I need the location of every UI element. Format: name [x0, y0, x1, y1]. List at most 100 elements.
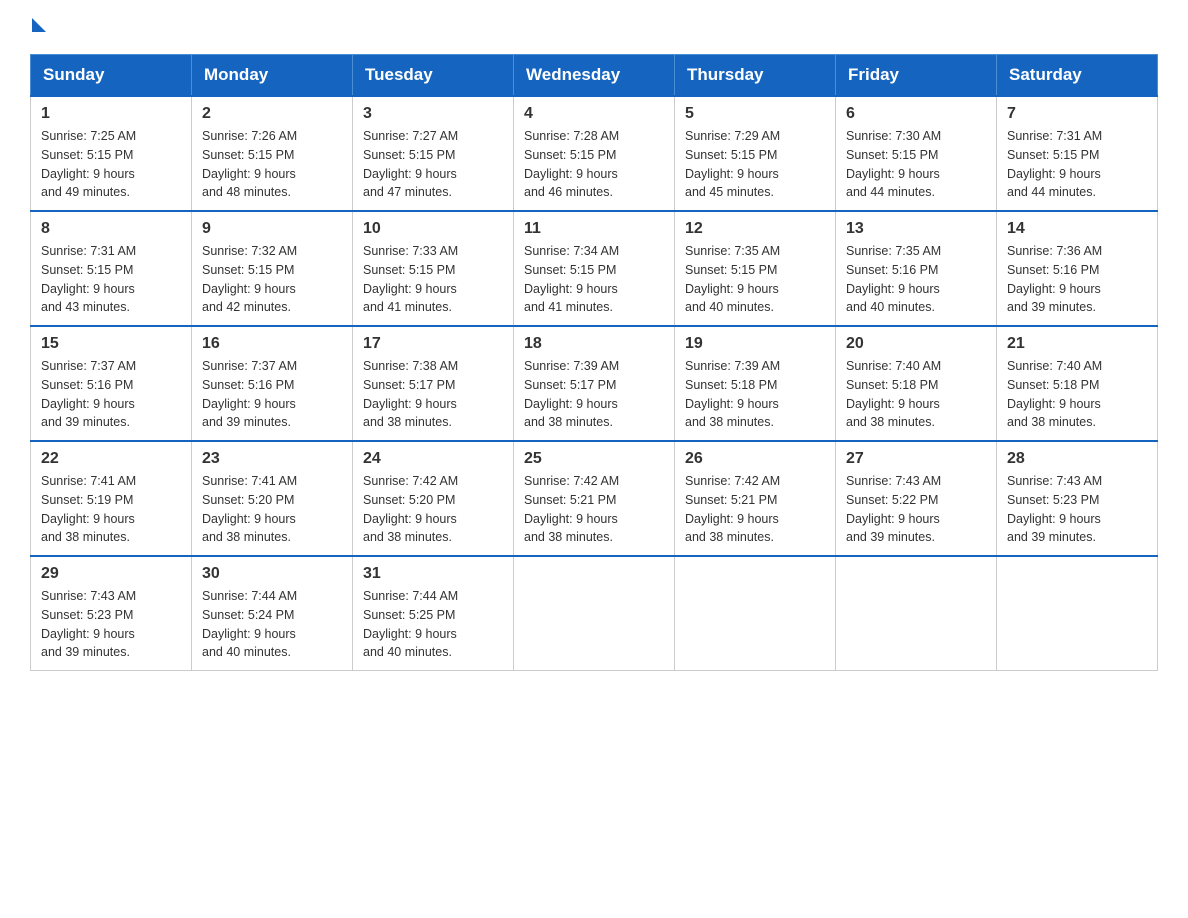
calendar-cell: 2 Sunrise: 7:26 AM Sunset: 5:15 PM Dayli… — [192, 96, 353, 211]
day-info: Sunrise: 7:44 AM Sunset: 5:25 PM Dayligh… — [363, 587, 503, 662]
day-number: 10 — [363, 220, 503, 238]
calendar-header-friday: Friday — [836, 55, 997, 97]
day-info: Sunrise: 7:30 AM Sunset: 5:15 PM Dayligh… — [846, 127, 986, 202]
calendar-cell: 4 Sunrise: 7:28 AM Sunset: 5:15 PM Dayli… — [514, 96, 675, 211]
day-number: 5 — [685, 105, 825, 123]
calendar-cell: 8 Sunrise: 7:31 AM Sunset: 5:15 PM Dayli… — [31, 211, 192, 326]
day-info: Sunrise: 7:41 AM Sunset: 5:20 PM Dayligh… — [202, 472, 342, 547]
day-number: 23 — [202, 450, 342, 468]
day-info: Sunrise: 7:27 AM Sunset: 5:15 PM Dayligh… — [363, 127, 503, 202]
day-number: 6 — [846, 105, 986, 123]
calendar-table: SundayMondayTuesdayWednesdayThursdayFrid… — [30, 54, 1158, 671]
day-number: 18 — [524, 335, 664, 353]
day-number: 25 — [524, 450, 664, 468]
calendar-cell: 14 Sunrise: 7:36 AM Sunset: 5:16 PM Dayl… — [997, 211, 1158, 326]
day-info: Sunrise: 7:43 AM Sunset: 5:22 PM Dayligh… — [846, 472, 986, 547]
day-number: 14 — [1007, 220, 1147, 238]
day-info: Sunrise: 7:29 AM Sunset: 5:15 PM Dayligh… — [685, 127, 825, 202]
day-info: Sunrise: 7:39 AM Sunset: 5:17 PM Dayligh… — [524, 357, 664, 432]
calendar-cell: 10 Sunrise: 7:33 AM Sunset: 5:15 PM Dayl… — [353, 211, 514, 326]
day-info: Sunrise: 7:34 AM Sunset: 5:15 PM Dayligh… — [524, 242, 664, 317]
calendar-week-row: 15 Sunrise: 7:37 AM Sunset: 5:16 PM Dayl… — [31, 326, 1158, 441]
day-number: 19 — [685, 335, 825, 353]
day-number: 2 — [202, 105, 342, 123]
calendar-cell: 16 Sunrise: 7:37 AM Sunset: 5:16 PM Dayl… — [192, 326, 353, 441]
day-info: Sunrise: 7:37 AM Sunset: 5:16 PM Dayligh… — [202, 357, 342, 432]
calendar-cell: 29 Sunrise: 7:43 AM Sunset: 5:23 PM Dayl… — [31, 556, 192, 671]
day-number: 13 — [846, 220, 986, 238]
calendar-cell: 21 Sunrise: 7:40 AM Sunset: 5:18 PM Dayl… — [997, 326, 1158, 441]
calendar-cell: 28 Sunrise: 7:43 AM Sunset: 5:23 PM Dayl… — [997, 441, 1158, 556]
calendar-header-saturday: Saturday — [997, 55, 1158, 97]
calendar-cell: 11 Sunrise: 7:34 AM Sunset: 5:15 PM Dayl… — [514, 211, 675, 326]
day-number: 28 — [1007, 450, 1147, 468]
calendar-cell: 22 Sunrise: 7:41 AM Sunset: 5:19 PM Dayl… — [31, 441, 192, 556]
day-info: Sunrise: 7:37 AM Sunset: 5:16 PM Dayligh… — [41, 357, 181, 432]
page-header — [30, 20, 1158, 34]
day-info: Sunrise: 7:43 AM Sunset: 5:23 PM Dayligh… — [1007, 472, 1147, 547]
calendar-cell: 1 Sunrise: 7:25 AM Sunset: 5:15 PM Dayli… — [31, 96, 192, 211]
day-info: Sunrise: 7:43 AM Sunset: 5:23 PM Dayligh… — [41, 587, 181, 662]
day-info: Sunrise: 7:41 AM Sunset: 5:19 PM Dayligh… — [41, 472, 181, 547]
day-info: Sunrise: 7:40 AM Sunset: 5:18 PM Dayligh… — [846, 357, 986, 432]
day-number: 26 — [685, 450, 825, 468]
calendar-week-row: 8 Sunrise: 7:31 AM Sunset: 5:15 PM Dayli… — [31, 211, 1158, 326]
day-info: Sunrise: 7:33 AM Sunset: 5:15 PM Dayligh… — [363, 242, 503, 317]
calendar-cell: 5 Sunrise: 7:29 AM Sunset: 5:15 PM Dayli… — [675, 96, 836, 211]
calendar-week-row: 1 Sunrise: 7:25 AM Sunset: 5:15 PM Dayli… — [31, 96, 1158, 211]
day-info: Sunrise: 7:35 AM Sunset: 5:15 PM Dayligh… — [685, 242, 825, 317]
day-number: 11 — [524, 220, 664, 238]
calendar-cell: 15 Sunrise: 7:37 AM Sunset: 5:16 PM Dayl… — [31, 326, 192, 441]
calendar-week-row: 29 Sunrise: 7:43 AM Sunset: 5:23 PM Dayl… — [31, 556, 1158, 671]
day-number: 24 — [363, 450, 503, 468]
day-number: 16 — [202, 335, 342, 353]
day-number: 15 — [41, 335, 181, 353]
calendar-cell — [675, 556, 836, 671]
day-number: 17 — [363, 335, 503, 353]
day-info: Sunrise: 7:42 AM Sunset: 5:21 PM Dayligh… — [685, 472, 825, 547]
day-info: Sunrise: 7:32 AM Sunset: 5:15 PM Dayligh… — [202, 242, 342, 317]
calendar-cell: 24 Sunrise: 7:42 AM Sunset: 5:20 PM Dayl… — [353, 441, 514, 556]
day-info: Sunrise: 7:25 AM Sunset: 5:15 PM Dayligh… — [41, 127, 181, 202]
day-info: Sunrise: 7:38 AM Sunset: 5:17 PM Dayligh… — [363, 357, 503, 432]
calendar-cell: 30 Sunrise: 7:44 AM Sunset: 5:24 PM Dayl… — [192, 556, 353, 671]
calendar-cell: 27 Sunrise: 7:43 AM Sunset: 5:22 PM Dayl… — [836, 441, 997, 556]
day-number: 20 — [846, 335, 986, 353]
day-info: Sunrise: 7:39 AM Sunset: 5:18 PM Dayligh… — [685, 357, 825, 432]
day-number: 9 — [202, 220, 342, 238]
day-info: Sunrise: 7:28 AM Sunset: 5:15 PM Dayligh… — [524, 127, 664, 202]
day-info: Sunrise: 7:26 AM Sunset: 5:15 PM Dayligh… — [202, 127, 342, 202]
calendar-cell: 17 Sunrise: 7:38 AM Sunset: 5:17 PM Dayl… — [353, 326, 514, 441]
calendar-cell — [514, 556, 675, 671]
day-info: Sunrise: 7:36 AM Sunset: 5:16 PM Dayligh… — [1007, 242, 1147, 317]
calendar-cell: 18 Sunrise: 7:39 AM Sunset: 5:17 PM Dayl… — [514, 326, 675, 441]
calendar-cell: 20 Sunrise: 7:40 AM Sunset: 5:18 PM Dayl… — [836, 326, 997, 441]
calendar-cell: 25 Sunrise: 7:42 AM Sunset: 5:21 PM Dayl… — [514, 441, 675, 556]
logo-triangle-icon — [32, 18, 46, 32]
calendar-cell: 7 Sunrise: 7:31 AM Sunset: 5:15 PM Dayli… — [997, 96, 1158, 211]
calendar-header-wednesday: Wednesday — [514, 55, 675, 97]
day-number: 7 — [1007, 105, 1147, 123]
calendar-cell: 23 Sunrise: 7:41 AM Sunset: 5:20 PM Dayl… — [192, 441, 353, 556]
calendar-week-row: 22 Sunrise: 7:41 AM Sunset: 5:19 PM Dayl… — [31, 441, 1158, 556]
day-number: 3 — [363, 105, 503, 123]
day-number: 8 — [41, 220, 181, 238]
day-number: 31 — [363, 565, 503, 583]
calendar-cell: 3 Sunrise: 7:27 AM Sunset: 5:15 PM Dayli… — [353, 96, 514, 211]
day-number: 27 — [846, 450, 986, 468]
day-info: Sunrise: 7:44 AM Sunset: 5:24 PM Dayligh… — [202, 587, 342, 662]
day-number: 4 — [524, 105, 664, 123]
calendar-header-tuesday: Tuesday — [353, 55, 514, 97]
day-number: 12 — [685, 220, 825, 238]
calendar-cell: 12 Sunrise: 7:35 AM Sunset: 5:15 PM Dayl… — [675, 211, 836, 326]
day-info: Sunrise: 7:42 AM Sunset: 5:21 PM Dayligh… — [524, 472, 664, 547]
day-info: Sunrise: 7:40 AM Sunset: 5:18 PM Dayligh… — [1007, 357, 1147, 432]
calendar-cell: 9 Sunrise: 7:32 AM Sunset: 5:15 PM Dayli… — [192, 211, 353, 326]
day-info: Sunrise: 7:35 AM Sunset: 5:16 PM Dayligh… — [846, 242, 986, 317]
day-number: 30 — [202, 565, 342, 583]
logo — [30, 20, 46, 34]
day-number: 29 — [41, 565, 181, 583]
day-info: Sunrise: 7:31 AM Sunset: 5:15 PM Dayligh… — [1007, 127, 1147, 202]
calendar-header-sunday: Sunday — [31, 55, 192, 97]
calendar-cell: 19 Sunrise: 7:39 AM Sunset: 5:18 PM Dayl… — [675, 326, 836, 441]
